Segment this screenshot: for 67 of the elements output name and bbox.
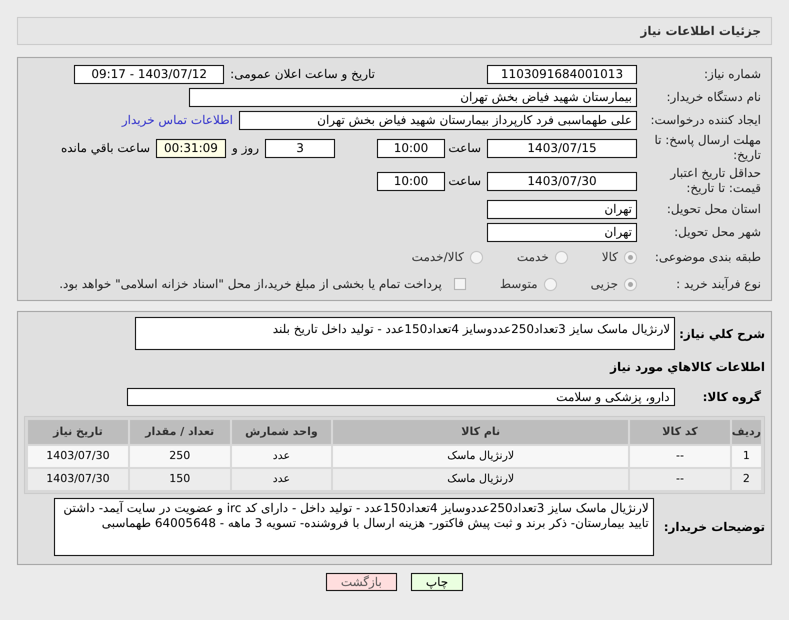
field-label: توضیحات خریدار:: [664, 519, 765, 536]
field-label: طبقه بندی موضوعی:: [654, 250, 761, 264]
table-cell: عدد: [232, 446, 332, 467]
table-cell: عدد: [232, 469, 332, 490]
field-label: شماره نیاز:: [703, 66, 761, 82]
field-label: مهلت ارسال پاسخ: تا تاریخ:: [653, 133, 761, 163]
field-label: نام دستگاه خریدار:: [666, 90, 761, 104]
column-header: تعداد / مقدار: [130, 420, 230, 444]
table-cell: 250: [130, 446, 230, 467]
field-label: نوع فرآیند خرید :: [675, 276, 761, 292]
table-cell: 1403/07/30: [28, 446, 128, 467]
field-label: شهر محل تحویل:: [673, 224, 761, 240]
text-field[interactable]: تهران: [487, 222, 637, 242]
text-field[interactable]: 1403/07/15: [487, 138, 637, 158]
text-field[interactable]: 10:00: [377, 172, 445, 190]
text-field[interactable]: 1103091684001013: [487, 64, 637, 84]
column-header: کد کالا: [630, 420, 730, 444]
time-label: ساعت: [451, 140, 481, 157]
section-title: اطلاعات کالاهاي مورد نیاز: [610, 359, 765, 376]
text-field[interactable]: 1403/07/30: [487, 172, 637, 190]
table-cell: 1403/07/30: [28, 469, 128, 490]
text-field[interactable]: 10:00: [377, 138, 445, 158]
back-button[interactable]: بازگشت: [326, 573, 397, 591]
radio-button[interactable]: [624, 250, 637, 264]
column-header: ردیف: [732, 420, 761, 444]
text-field[interactable]: 1403/07/12 - 09:17: [74, 64, 224, 84]
time-label: ساعت: [451, 173, 481, 190]
field-label: ایجاد کننده درخواست:: [649, 112, 761, 128]
table-cell: لارنژیال ماسک: [333, 469, 628, 490]
table-cell: --: [630, 446, 730, 467]
radio-label: کالا/خدمت: [412, 249, 464, 266]
countdown-field: 00:31:09: [156, 138, 226, 158]
radio-label: متوسط: [500, 276, 538, 293]
radio-button[interactable]: [470, 250, 483, 264]
radio-label: خدمت: [516, 249, 549, 266]
text-field[interactable]: دارو، پزشکی و سلامت: [126, 388, 675, 406]
table-cell: 150: [130, 469, 230, 490]
column-header: تاریخ نیاز: [28, 420, 128, 444]
page-title: جزئیات اطلاعات نیاز: [640, 23, 761, 40]
field-label: تاریخ و ساعت اعلان عمومی:: [230, 66, 375, 83]
table-cell: 2: [732, 469, 761, 490]
radio-button[interactable]: [554, 250, 568, 264]
remaining-label: ساعت باقي مانده: [60, 140, 150, 157]
field-label: گروه کالا:: [702, 389, 761, 406]
table-cell: --: [630, 469, 730, 490]
print-button[interactable]: چاپ: [410, 573, 464, 591]
field-label: شرح کلي نیاز:: [679, 326, 765, 342]
buyer-contact-link[interactable]: اطلاعات تماس خریدار: [122, 111, 233, 129]
field-label: حداقل تاریخ اعتبار قیمت: تا تاریخ:: [668, 166, 761, 196]
field-label: استان محل تحویل:: [666, 202, 761, 216]
radio-button[interactable]: [544, 278, 557, 290]
radio-button[interactable]: [624, 278, 637, 290]
radio-label: کالا: [602, 249, 618, 266]
notes-textarea[interactable]: لارنژیال ماسک سایز 3تعداد250عددوسایز 4تعداد150عدد - تولید داخل - دارای کد irc و عضویت در سایت آیمد- داشتن تایید بیمارستان- ذکر برند و ثبت پیش فاکتور- هزینه ارسال با فروشنده- تسویه 3 ماهه - 64005648 طهماسبی: [54, 498, 654, 556]
days-label: روز و: [232, 140, 259, 157]
text-field[interactable]: علی طهماسبی فرد کارپرداز بیمارستان شهید فیاض بخش تهران: [239, 110, 637, 130]
text-field[interactable]: تهران: [487, 200, 637, 218]
column-header: واحد شمارش: [232, 420, 332, 444]
table-cell: لارنژیال ماسک: [333, 446, 628, 467]
description-textarea[interactable]: لارنژیال ماسک سایز 3تعداد250عددوسایز 4تعداد150عدد - تولید داخل تاریخ بلند: [135, 317, 676, 350]
text-field[interactable]: بیمارستان شهید فیاض بخش تهران: [189, 88, 637, 106]
payment-note: پرداخت تمام یا بخشی از مبلغ خرید،از محل "اسناد خزانه اسلامی" خواهد بود.: [59, 276, 442, 293]
column-header: نام کالا: [333, 420, 628, 444]
text-field[interactable]: 3: [265, 138, 335, 158]
radio-label: جزیی: [590, 276, 618, 293]
checkbox[interactable]: [454, 278, 466, 290]
table-cell: 1: [732, 446, 761, 467]
